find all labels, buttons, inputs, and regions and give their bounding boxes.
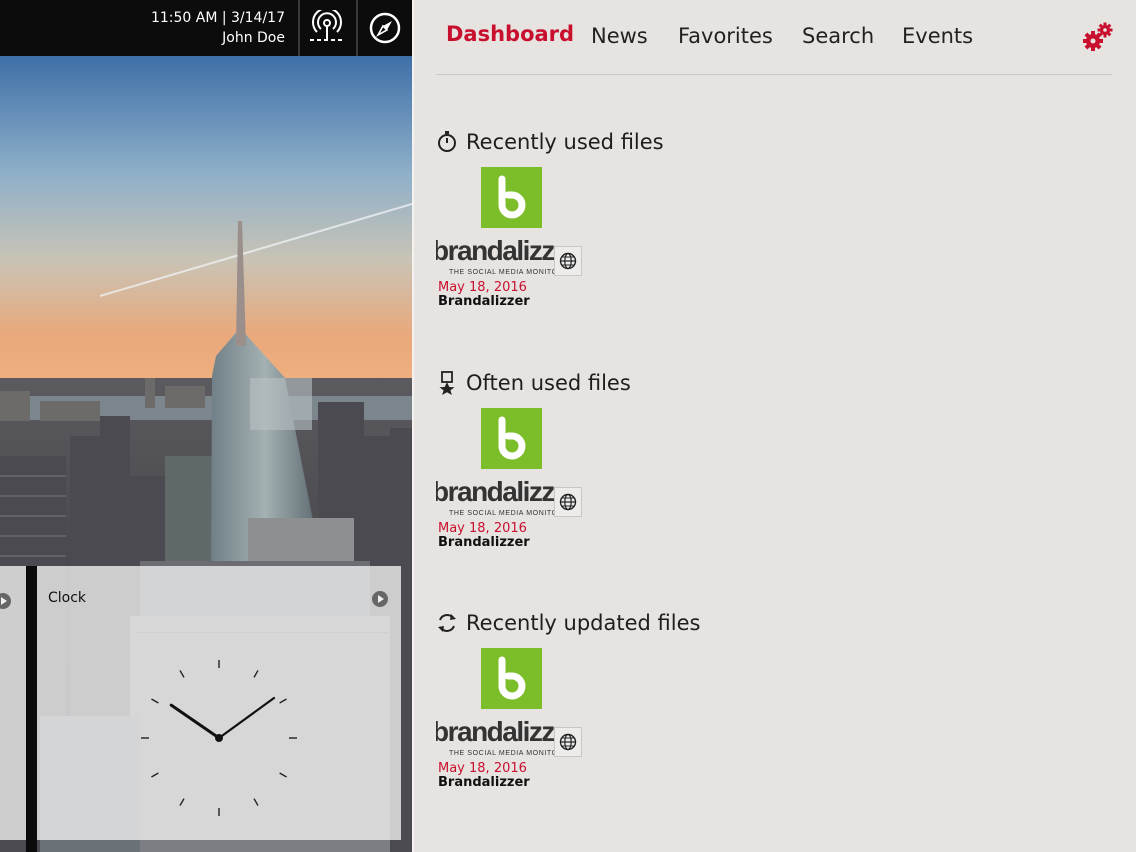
refresh-icon [436,612,458,634]
left-panel: 11:50 AM | 3/14/17 John Doe Clock [0,0,412,852]
globe-icon [559,493,577,511]
clock-tick [253,670,259,678]
clock-tick [151,772,159,778]
compass-button[interactable] [356,0,412,56]
clock-widget[interactable]: Clock [37,566,401,840]
section-title: Recently updated files [466,611,701,635]
widget-title: Clock [48,590,87,606]
section-header: Recently updated files [436,610,700,636]
section-recently-updated: Recently updated files brandalizzer THE … [436,610,1096,840]
file-date: May 18, 2016 [438,521,527,536]
panel-divider [412,0,414,852]
brand-tagline: THE SOCIAL MEDIA MONITOR [449,269,554,276]
brand-logo-text: brandalizzer [436,719,554,745]
section-header: Often used files [436,370,631,396]
clock-tick [151,698,159,704]
broadcast-button[interactable] [298,0,354,56]
broadcast-icon [310,10,344,41]
globe-button[interactable] [554,487,582,517]
section-header: Recently used files [436,129,664,155]
file-card[interactable]: brandalizzer THE SOCIAL MEDIA MONITOR Ma… [436,167,586,317]
brandalizzer-app-icon [481,408,542,469]
nav-divider [436,74,1112,75]
top-navigation: Dashboard News Favorites Search Events [412,0,1136,76]
file-name: Brandalizzer [438,775,530,790]
globe-icon [559,252,577,270]
user-name: John Doe [222,30,285,46]
tab-favorites[interactable]: Favorites [678,24,773,48]
file-name: Brandalizzer [438,294,530,309]
section-often-used: Often used files brandalizzer THE SOCIAL… [436,370,1096,600]
widget-divider [137,632,389,633]
tab-search[interactable]: Search [802,24,874,48]
brand-logo-text: brandalizzer [436,479,554,505]
brand-logo-text: brandalizzer [436,238,554,264]
analog-clock [141,660,297,816]
clock-tick [179,798,185,806]
play-icon [0,593,11,609]
hour-hand [169,703,221,740]
widget-gap [26,566,37,852]
clock-tick [253,798,259,806]
clock-tick [279,698,287,704]
globe-button[interactable] [554,727,582,757]
brandalizzer-app-icon [481,648,542,709]
minute-hand [217,696,276,740]
tab-dashboard[interactable]: Dashboard [446,22,574,46]
file-name: Brandalizzer [438,535,530,550]
pin-star-icon [436,371,458,395]
section-title: Often used files [466,371,631,395]
gears-icon[interactable] [1082,21,1114,53]
status-bar: 11:50 AM | 3/14/17 John Doe [0,0,412,56]
clock-tick [179,670,185,678]
time-date: 11:50 AM | 3/14/17 [150,10,285,26]
file-card[interactable]: brandalizzer THE SOCIAL MEDIA MONITOR Ma… [436,648,586,798]
tab-events[interactable]: Events [902,24,973,48]
file-card[interactable]: brandalizzer THE SOCIAL MEDIA MONITOR Ma… [436,408,586,558]
file-date: May 18, 2016 [438,761,527,776]
dashboard-panel: Dashboard News Favorites Search Events R… [412,0,1136,852]
brand-tagline: THE SOCIAL MEDIA MONITOR [449,510,554,517]
play-icon[interactable] [371,590,389,608]
brand-tagline: THE SOCIAL MEDIA MONITOR [449,750,554,757]
file-date: May 18, 2016 [438,280,527,295]
globe-icon [559,733,577,751]
stopwatch-icon [436,131,458,153]
section-title: Recently used files [466,130,664,154]
globe-button[interactable] [554,246,582,276]
tab-news[interactable]: News [591,24,648,48]
widget-prev-card[interactable] [0,566,26,840]
brandalizzer-app-icon [481,167,542,228]
compass-icon [369,12,401,44]
clock-tick [279,772,287,778]
section-recently-used: Recently used files brandalizzer THE SOC… [436,129,1096,359]
